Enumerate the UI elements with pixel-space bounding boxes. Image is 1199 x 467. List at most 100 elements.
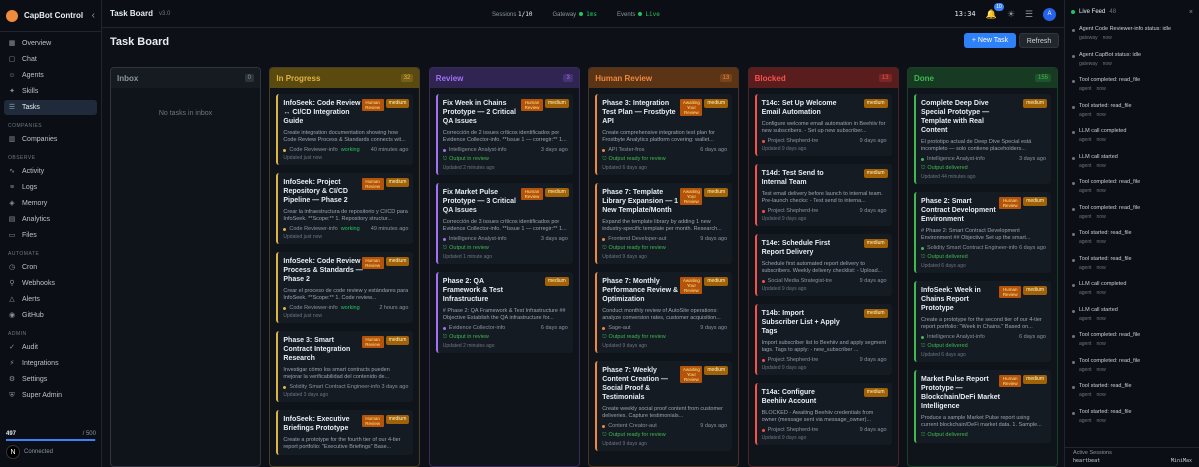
sidebar-item-agents[interactable]: ☺ Agents	[4, 68, 97, 83]
task-output[interactable]: ⎋ Output delivered	[921, 165, 1046, 172]
feed-item[interactable]: Agent Code Reviewer-info status: idle gat…	[1065, 24, 1199, 50]
sidebar-item-companies[interactable]: ▥ Companies	[4, 132, 97, 147]
task-card[interactable]: T14e: Schedule First Report Delivery medi…	[754, 234, 892, 296]
task-output[interactable]: ⎋ Output delivered	[921, 254, 1046, 261]
new-task-button[interactable]: + New Task	[964, 33, 1016, 48]
task-card[interactable]: Fix Market Pulse Prototype — 3 Critical …	[435, 183, 573, 264]
feed-item[interactable]: LLM call started agent now	[1065, 152, 1199, 178]
task-card[interactable]: InfoSeek: Executive Briefings Prototype H…	[276, 410, 414, 455]
human-review-badge: Human Review	[361, 336, 384, 348]
task-card[interactable]: T14c: Set Up Welcome Email Automation med…	[754, 94, 892, 156]
sidebar-item-webhooks[interactable]: ⚲ Webhooks	[4, 276, 97, 291]
output-label: Output delivered	[927, 432, 968, 438]
feed-item[interactable]: Tool started: read_file agent now	[1065, 381, 1199, 407]
task-tags: Human Review medium	[361, 336, 410, 348]
sidebar-item-activity[interactable]: ∿ Activity	[4, 164, 97, 179]
task-card[interactable]: Market Pulse Report Prototype — Blockcha…	[914, 370, 1051, 443]
task-output[interactable]: ⎋ Output ready for review	[602, 245, 727, 252]
task-card[interactable]: Phase 7: Template Library Expansion — 1 …	[595, 183, 733, 264]
human-review-badge: Human Review	[361, 257, 384, 269]
task-updated: Updated 9 days ago	[602, 441, 647, 447]
sidebar-item-memory[interactable]: ◈ Memory	[4, 196, 97, 211]
feed-item[interactable]: Tool started: read_file agent now	[1065, 228, 1199, 254]
sidebar-item-skills[interactable]: ✦ Skills	[4, 84, 97, 99]
task-agent: Intelligence Analyst-info	[921, 334, 985, 340]
refresh-button[interactable]: Refresh	[1019, 33, 1059, 48]
task-time: 6 days ago	[700, 147, 728, 153]
task-card[interactable]: InfoSeek: Project Repository & CI/CD Pip…	[276, 173, 414, 244]
feed-item[interactable]: Tool started: read_file agent now	[1065, 407, 1199, 433]
feed-item[interactable]: Tool started: read_file agent now	[1065, 254, 1199, 280]
task-card[interactable]: Phase 2: Smart Contract Development Envi…	[914, 192, 1051, 273]
task-title: Phase 2: Smart Contract Development Envi…	[921, 198, 996, 223]
task-updated: Updated 6 days ago	[921, 263, 966, 269]
task-card[interactable]: Phase 3: Integration Test Plan — Frostby…	[595, 94, 733, 175]
sidebar-item-chat[interactable]: ▢ Chat	[4, 52, 97, 67]
task-card[interactable]: InfoSeek: Code Review Process & Standard…	[276, 252, 414, 323]
sidebar-item-overview[interactable]: ▦ Overview	[4, 36, 97, 51]
output-icon: ⎋	[442, 334, 448, 340]
task-output[interactable]: ⎋ Output ready for review	[602, 156, 727, 163]
sidebar-item-tasks[interactable]: ☰ Tasks	[4, 100, 97, 115]
sidebar-item-super-admin[interactable]: ⛨ Super Admin	[4, 388, 97, 403]
feed-item[interactable]: Tool completed: read_file agent now	[1065, 75, 1199, 101]
sidebar-item-analytics[interactable]: ▤ Analytics	[4, 212, 97, 227]
task-card[interactable]: Phase 2: QA Framework & Test Infrastruct…	[435, 272, 573, 353]
sidebar-item-settings[interactable]: ⚙ Settings	[4, 372, 97, 387]
feed-source: agent	[1079, 315, 1092, 322]
avatar[interactable]: N	[6, 445, 20, 459]
feed-item[interactable]: Tool completed: read_file agent now	[1065, 177, 1199, 203]
feed-item[interactable]: Tool completed: read_file agent now	[1065, 356, 1199, 382]
task-card[interactable]: Phase 3: Smart Contract Integration Rese…	[276, 331, 414, 402]
task-agent: Project Shepherd-tre	[761, 208, 818, 214]
task-card[interactable]: Complete Deep Dive Special Prototype — T…	[914, 94, 1051, 184]
sidebar-item-alerts[interactable]: △ Alerts	[4, 292, 97, 307]
sidebar-item-files[interactable]: ▭ Files	[4, 228, 97, 243]
task-card[interactable]: InfoSeek: Code Review ↔ CI/CD Integratio…	[276, 94, 414, 165]
task-card[interactable]: T14a: Configure Beehiiv Account medium BLO…	[754, 383, 892, 445]
feed-item[interactable]: Tool completed: read_file agent now	[1065, 330, 1199, 356]
feed-source: agent	[1079, 213, 1092, 220]
sidebar-item-audit[interactable]: ✓ Audit	[4, 340, 97, 355]
sidebar-item-label: GitHub	[22, 312, 44, 319]
sidebar-item-integrations[interactable]: ⚡ Integrations	[4, 356, 97, 371]
task-output[interactable]: ⎋ Output ready for review	[602, 432, 727, 439]
sessions-stat: Sessions 1/10	[492, 11, 532, 18]
feed-time: now	[1096, 341, 1106, 347]
sidebar-footer: 497 / 500 N Connected	[0, 427, 102, 467]
sidebar-item-github[interactable]: ◉ GitHub	[4, 308, 97, 323]
task-card[interactable]: InfoSeek: Week in Chains Report Prototyp…	[914, 281, 1051, 362]
theme-sun-icon[interactable]: ☀	[1007, 9, 1015, 20]
feed-item[interactable]: Tool started: read_file agent now	[1065, 101, 1199, 127]
task-card[interactable]: Phase 7: Monthly Performance Review & Op…	[595, 272, 733, 353]
menu-icon[interactable]: ☰	[1025, 9, 1033, 20]
task-output[interactable]: ⎋ Output ready for review	[602, 334, 727, 341]
sidebar-item-cron[interactable]: ◷ Cron	[4, 260, 97, 275]
feed-item[interactable]: Agent CapBot status: idle gateway now	[1065, 50, 1199, 76]
task-card[interactable]: Fix Week in Chains Prototype — 2 Critica…	[435, 94, 573, 175]
task-card[interactable]: T14d: Test Send to Internal Team medium Te…	[754, 164, 892, 226]
agent-dot-icon	[283, 227, 287, 231]
task-card[interactable]: T14b: Import Subscriber List + Apply Tag…	[754, 304, 892, 375]
feed-item[interactable]: Tool completed: read_file agent now	[1065, 203, 1199, 229]
task-output[interactable]: ⎋ Output in review	[443, 245, 568, 252]
session-row[interactable]: heartbeat MiniMax	[1073, 458, 1192, 464]
task-description: # Phase 2: QA Framework & Test Infrastru…	[442, 308, 566, 321]
feed-item[interactable]: LLM call completed agent now	[1065, 126, 1199, 152]
user-avatar[interactable]: A	[1043, 7, 1056, 21]
bell-icon[interactable]: 🔔 10	[986, 2, 1004, 20]
task-output[interactable]: ⎋ Output delivered	[921, 432, 1046, 439]
task-output[interactable]: ⎋ Output in review	[443, 156, 568, 163]
nav-group-observe: OBSERVE ∿ Activity ≡ Logs ◈ Memory ▤ Analytics ▭ F…	[0, 155, 101, 243]
feed-meta: gateway now	[1079, 61, 1191, 67]
feed-item[interactable]: LLM call completed agent now	[1065, 279, 1199, 305]
close-icon[interactable]: ×	[1189, 9, 1193, 16]
task-description: Create a prototype for the second tier o…	[921, 317, 1042, 330]
task-output[interactable]: ⎋ Output delivered	[921, 343, 1046, 350]
feed-item[interactable]: LLM call started agent now	[1065, 305, 1199, 331]
task-output[interactable]: ⎋ Output in review	[443, 334, 568, 341]
task-card[interactable]: Phase 7: Weekly Content Creation — Socia…	[595, 361, 733, 451]
task-tags: medium	[1023, 99, 1047, 108]
sidebar-item-logs[interactable]: ≡ Logs	[4, 180, 97, 195]
collapse-chevron-icon[interactable]: ‹	[92, 10, 95, 21]
